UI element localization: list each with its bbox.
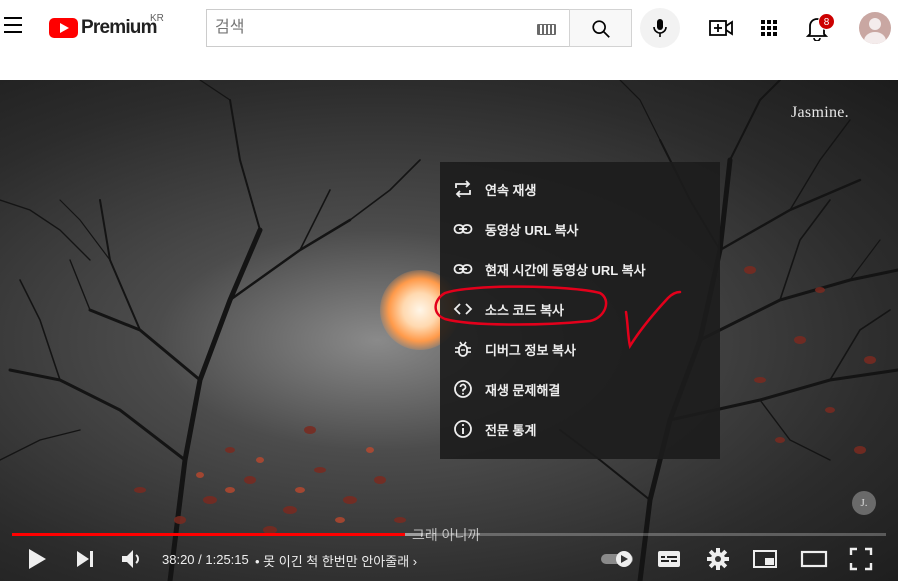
chapter-title[interactable]: • 못 이긴 척 한번만 안아줄래 › xyxy=(255,551,417,570)
youtube-premium-logo[interactable]: Premium xyxy=(49,16,158,40)
next-button[interactable] xyxy=(75,546,97,577)
subtitles-button[interactable] xyxy=(657,546,681,577)
menu-item-stats-for-nerds[interactable]: 전문 통계 xyxy=(440,409,720,449)
menu-item-label: 재생 문제해결 xyxy=(485,382,561,398)
keyboard-icon[interactable] xyxy=(537,24,556,35)
avatar[interactable] xyxy=(859,12,891,44)
notification-count-badge: 8 xyxy=(818,13,835,30)
theater-mode-icon xyxy=(800,550,828,568)
search-button[interactable] xyxy=(569,9,632,47)
apps-button[interactable] xyxy=(760,19,778,42)
help-icon xyxy=(452,378,474,400)
menu-icon[interactable] xyxy=(4,16,24,34)
autoplay-toggle[interactable] xyxy=(600,550,636,573)
video-camera-add-icon xyxy=(709,20,733,36)
channel-branding-badge[interactable]: J. xyxy=(852,491,876,515)
search-input[interactable] xyxy=(215,18,515,38)
masthead: Premium KR 8 xyxy=(0,0,898,56)
menu-item-troubleshoot[interactable]: 재생 문제해결 xyxy=(440,369,720,409)
play-button[interactable] xyxy=(26,546,48,577)
menu-item-label: 소스 코드 복사 xyxy=(485,302,564,318)
channel-watermark: Jasmine. xyxy=(791,104,849,121)
skip-next-icon xyxy=(77,551,93,567)
play-icon xyxy=(29,549,46,569)
link-icon xyxy=(452,258,474,280)
fullscreen-button[interactable] xyxy=(849,546,873,577)
menu-item-copy-url[interactable]: 동영상 URL 복사 xyxy=(440,209,720,249)
miniplayer-icon xyxy=(753,550,777,568)
region-code: KR xyxy=(150,13,164,24)
chapter-label: • 못 이긴 척 한번만 안아줄래 xyxy=(255,554,410,569)
link-icon xyxy=(452,218,474,240)
subtitles-icon xyxy=(658,551,680,567)
menu-item-label: 연속 재생 xyxy=(485,182,537,198)
search-box[interactable] xyxy=(206,9,569,47)
menu-item-label: 디버그 정보 복사 xyxy=(485,342,576,358)
video-player[interactable]: Jasmine. J. 그래 아니까 연속 재생 동영상 URL 복사 현재 시… xyxy=(0,80,898,581)
chevron-right-icon: › xyxy=(412,554,418,569)
logo-text: Premium xyxy=(81,17,158,38)
loop-icon xyxy=(452,178,474,200)
gear-icon xyxy=(707,548,729,570)
youtube-play-logo-icon xyxy=(49,18,78,38)
create-video-button[interactable] xyxy=(708,16,734,45)
mute-button[interactable] xyxy=(120,546,144,577)
search-icon xyxy=(592,20,610,38)
fullscreen-icon xyxy=(849,547,873,571)
microphone-icon xyxy=(653,19,667,37)
menu-item-label: 현재 시간에 동영상 URL 복사 xyxy=(485,262,646,278)
menu-item-label: 동영상 URL 복사 xyxy=(485,222,579,238)
settings-button[interactable] xyxy=(706,546,730,577)
autoplay-toggle-icon xyxy=(601,551,633,567)
info-icon xyxy=(452,418,474,440)
menu-item-copy-url-at-time[interactable]: 현재 시간에 동영상 URL 복사 xyxy=(440,249,720,289)
voice-search-button[interactable] xyxy=(640,8,680,48)
time-display: 38:20 / 1:25:15 xyxy=(162,552,249,567)
menu-item-copy-embed-code[interactable]: 소스 코드 복사 xyxy=(440,289,720,329)
theater-mode-button[interactable] xyxy=(800,546,828,577)
bug-icon xyxy=(452,338,474,360)
player-context-menu: 연속 재생 동영상 URL 복사 현재 시간에 동영상 URL 복사 소스 코드… xyxy=(440,162,720,459)
apps-grid-icon xyxy=(761,20,777,36)
volume-icon xyxy=(122,550,139,568)
menu-item-loop[interactable]: 연속 재생 xyxy=(440,169,720,209)
menu-item-label: 전문 통계 xyxy=(485,422,537,438)
progress-played xyxy=(12,533,406,536)
menu-item-copy-debug-info[interactable]: 디버그 정보 복사 xyxy=(440,329,720,369)
code-icon xyxy=(452,298,474,320)
player-controls: 38:20 / 1:25:15 • 못 이긴 척 한번만 안아줄래 › xyxy=(0,542,898,578)
miniplayer-button[interactable] xyxy=(752,546,778,577)
progress-bar[interactable] xyxy=(12,533,886,536)
